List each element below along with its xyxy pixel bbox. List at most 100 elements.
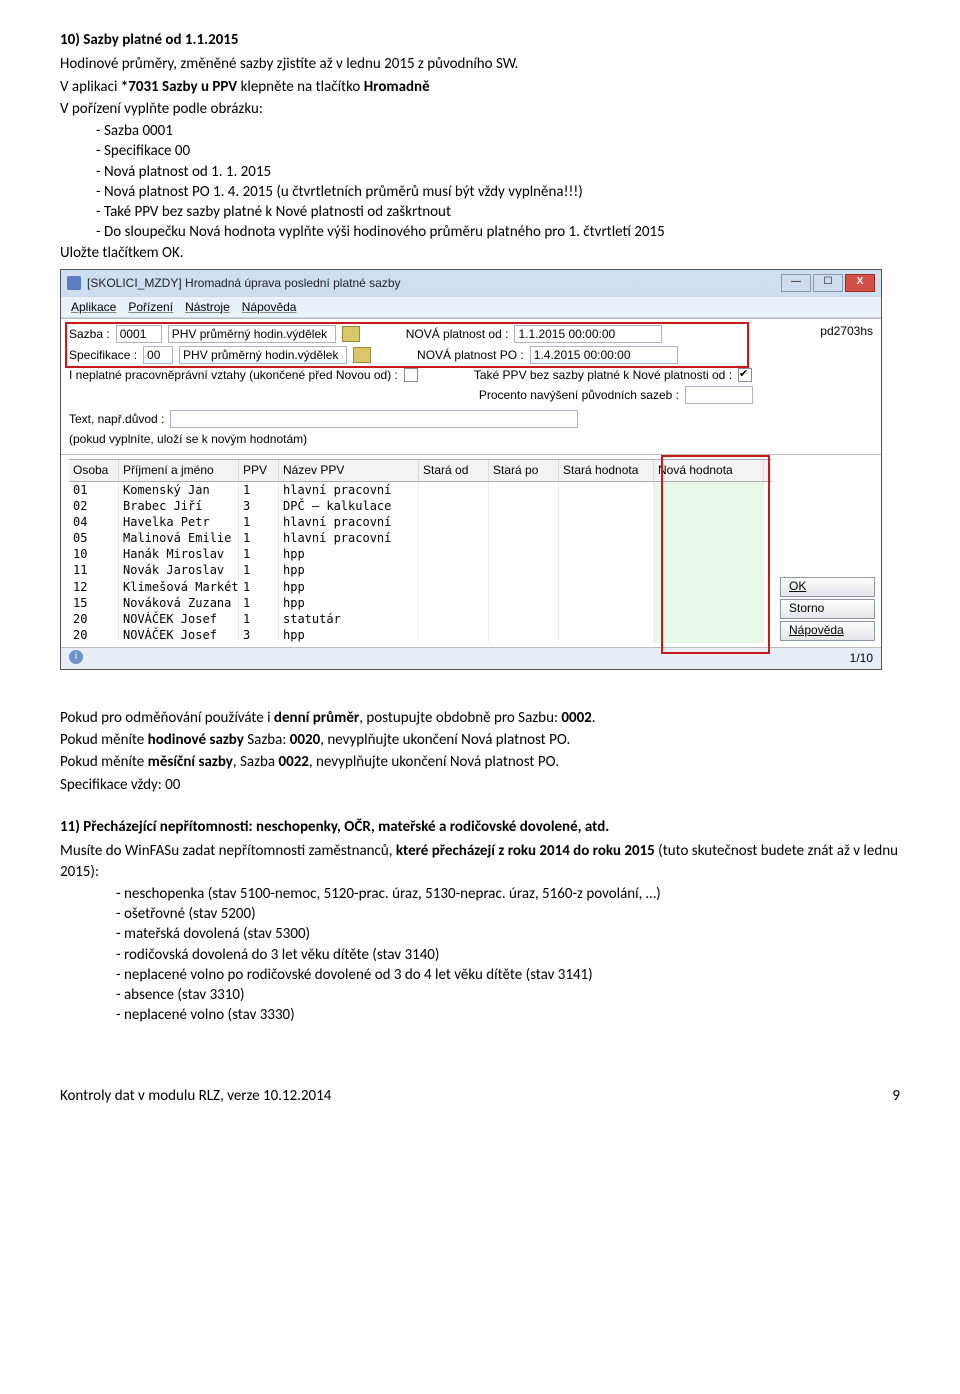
after-p3: Pokud měníte měsíční sazby, Sazba 0022, … — [60, 752, 900, 772]
li: neplacené volno (stav 3330) — [130, 1005, 900, 1025]
col-staraod[interactable]: Stará od — [419, 460, 489, 480]
storno-button[interactable]: Storno — [780, 599, 875, 619]
statusbar: i 1/10 — [61, 647, 881, 668]
menu-napoveda[interactable]: Nápověda — [242, 299, 297, 315]
section10-list: Sazba 0001 Specifikace 00 Nová platnost … — [60, 121, 900, 243]
minimize-button[interactable]: — — [781, 274, 811, 292]
cell: hlavní pracovní — [279, 514, 419, 530]
cell — [489, 498, 559, 514]
cell: 12 — [69, 579, 119, 595]
t: měsíční sazby — [148, 753, 233, 771]
t: . — [592, 709, 596, 727]
info-icon[interactable]: i — [69, 650, 83, 664]
input-text[interactable] — [170, 410, 578, 428]
checkbox-takeppv[interactable] — [738, 368, 752, 382]
pd-code: pd2703hs — [820, 323, 873, 339]
table-row[interactable]: 20NOVÁČEK Josef1statutár — [69, 611, 772, 627]
cell: Klimešová Markét — [119, 579, 239, 595]
ok-button[interactable]: OK — [780, 577, 875, 597]
input-nova-po[interactable]: 1.4.2015 00:00:00 — [530, 346, 678, 364]
t: Pokud pro odměňování používáte i — [60, 709, 274, 727]
folder-icon[interactable] — [353, 347, 371, 363]
cell: hpp — [279, 562, 419, 578]
footer-left: Kontroly dat v modulu RLZ, verze 10.12.2… — [60, 1086, 331, 1106]
cell: 3 — [239, 627, 279, 643]
footer: Kontroly dat v modulu RLZ, verze 10.12.2… — [60, 1086, 900, 1106]
li: mateřská dovolená (stav 5300) — [130, 924, 900, 944]
after-p2: Pokud měníte hodinové sazby Sazba: 0020,… — [60, 730, 900, 750]
col-nazevppv[interactable]: Název PPV — [279, 460, 419, 480]
form-area: pd2703hs Sazba : 0001 PHV průměrný hodin… — [61, 318, 881, 455]
input-spec[interactable]: 00 — [143, 346, 173, 364]
table-row[interactable]: 15Nováková Zuzana1hpp — [69, 595, 772, 611]
cell — [559, 579, 654, 595]
li: Specifikace 00 — [110, 141, 900, 161]
table-row[interactable]: 04Havelka Petr1hlavní pracovní — [69, 514, 772, 530]
cell — [419, 498, 489, 514]
cell — [559, 546, 654, 562]
cell — [419, 579, 489, 595]
cell — [489, 514, 559, 530]
input-sazba[interactable]: 0001 — [116, 325, 162, 343]
col-osoba[interactable]: Osoba — [69, 460, 119, 480]
table-row[interactable]: 20NOVÁČEK Josef3hpp — [69, 627, 772, 643]
cell — [489, 611, 559, 627]
cell — [489, 595, 559, 611]
cell — [654, 546, 764, 562]
table-row[interactable]: 02Brabec Jiří3DPČ – kalkulace — [69, 498, 772, 514]
lbl-procento: Procento navýšení původních sazeb : — [479, 387, 679, 403]
maximize-button[interactable]: ☐ — [813, 274, 843, 292]
col-starah[interactable]: Stará hodnota — [559, 460, 654, 480]
cell — [654, 611, 764, 627]
lbl-sazba: Sazba : — [69, 326, 110, 342]
menu-nastroje[interactable]: Nástroje — [185, 299, 230, 315]
napoveda-button[interactable]: Nápověda — [780, 621, 875, 641]
menu-porizeni[interactable]: Pořízení — [128, 299, 173, 315]
app-window: [SKOLICI_MZDY] Hromadná úprava poslední … — [60, 269, 882, 670]
cell: 04 — [69, 514, 119, 530]
t: 0022 — [278, 753, 308, 771]
app-icon — [67, 276, 81, 290]
cell — [489, 627, 559, 643]
col-ppv[interactable]: PPV — [239, 460, 279, 480]
cell: 1 — [239, 611, 279, 627]
close-button[interactable]: X — [845, 274, 875, 292]
li: Do sloupečku Nová hodnota vyplňte výši h… — [110, 222, 900, 242]
input-nova-od[interactable]: 1.1.2015 00:00:00 — [514, 325, 662, 343]
lbl-spec: Specifikace : — [69, 347, 137, 363]
cell — [654, 482, 764, 498]
folder-icon[interactable] — [342, 326, 360, 342]
cell: hlavní pracovní — [279, 530, 419, 546]
table-row[interactable]: 12Klimešová Markét1hpp — [69, 579, 772, 595]
t: Nápověda — [789, 623, 844, 637]
checkbox-ineplat[interactable] — [404, 368, 418, 382]
table-row[interactable]: 10Hanák Miroslav1hpp — [69, 546, 772, 562]
input-spec-desc[interactable]: PHV průměrný hodin.výdělek — [179, 346, 347, 364]
cell — [559, 514, 654, 530]
col-starapo[interactable]: Stará po — [489, 460, 559, 480]
table-header: Osoba Příjmení a jméno PPV Název PPV Sta… — [69, 459, 772, 481]
cell — [654, 514, 764, 530]
cell: hpp — [279, 579, 419, 595]
table-row[interactable]: 11Novák Jaroslav1hpp — [69, 562, 772, 578]
cell — [654, 530, 764, 546]
li: neplacené volno po rodičovské dovolené o… — [130, 965, 900, 985]
col-prijmeni[interactable]: Příjmení a jméno — [119, 460, 239, 480]
t: OK — [789, 579, 806, 593]
table-row[interactable]: 05Malinová Emilie1hlavní pracovní — [69, 530, 772, 546]
cell — [654, 595, 764, 611]
titlebar: [SKOLICI_MZDY] Hromadná úprava poslední … — [61, 270, 881, 296]
cell — [654, 627, 764, 643]
table-area: Osoba Příjmení a jméno PPV Název PPV Sta… — [61, 455, 881, 647]
lbl-text: Text, např.důvod : — [69, 411, 164, 427]
cell — [489, 579, 559, 595]
cell: 3 — [239, 498, 279, 514]
table-row[interactable]: 01Komenský Jan1hlavní pracovní — [69, 482, 772, 498]
lbl-takeppv: Také PPV bez sazby platné k Nové platnos… — [474, 367, 732, 383]
input-sazba-desc[interactable]: PHV průměrný hodin.výdělek — [168, 325, 336, 343]
menu-aplikace[interactable]: Aplikace — [71, 299, 116, 315]
cell — [654, 498, 764, 514]
t: denní průměr — [274, 709, 359, 727]
col-novah[interactable]: Nová hodnota — [654, 460, 764, 480]
input-procento[interactable] — [685, 386, 753, 404]
